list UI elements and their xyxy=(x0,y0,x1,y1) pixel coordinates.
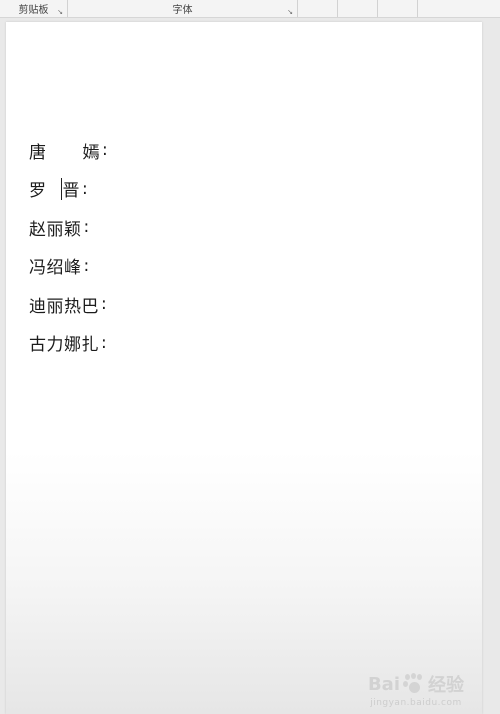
name-line-dilireba[interactable]: 迪丽热巴 : xyxy=(29,285,108,324)
name-colon: : xyxy=(83,255,90,276)
font-group: 字体 ↘ xyxy=(68,0,298,17)
watermark-url: jingyan.baidu.com xyxy=(370,698,462,708)
font-launcher-icon[interactable]: ↘ xyxy=(286,8,294,16)
name-colon: : xyxy=(102,140,109,161)
name-list: 唐 嫣 : 罗 晋 : 赵丽颖 : 冯绍峰 : 迪丽热巴 : 古力娜扎 : xyxy=(29,131,108,362)
watermark-brand: Bai 经验 xyxy=(368,671,464,697)
name-text: 古力娜扎 xyxy=(29,335,99,356)
name-line-gulinazha[interactable]: 古力娜扎 : xyxy=(29,324,108,363)
text-cursor xyxy=(60,177,62,200)
name-line-feng-shaofeng[interactable]: 冯绍峰 : xyxy=(29,247,108,286)
clipboard-group: 剪贴板 ↘ xyxy=(0,0,68,17)
ribbon-group-section xyxy=(378,0,418,17)
font-group-label: 字体 xyxy=(172,5,193,16)
name-colon: : xyxy=(83,217,90,238)
name-char: 晋 xyxy=(62,181,80,202)
name-colon: : xyxy=(101,332,108,353)
watermark-brand-left: Bai xyxy=(367,673,400,695)
ribbon-bar: 剪贴板 ↘ 字体 ↘ xyxy=(0,0,500,18)
name-colon: : xyxy=(101,294,108,315)
ribbon-group-section xyxy=(338,0,378,17)
document-page[interactable]: 唐 嫣 : 罗 晋 : 赵丽颖 : 冯绍峰 : 迪丽热巴 : 古力娜扎 : Ba… xyxy=(6,22,482,714)
baidu-jingyan-watermark: Bai 经验 jingyan.baidu.com xyxy=(368,671,464,708)
ribbon-group-section xyxy=(298,0,338,17)
name-text: 冯绍峰 xyxy=(29,258,82,279)
watermark-brand-right: 经验 xyxy=(428,675,464,696)
name-line-tang-yan[interactable]: 唐 嫣 : xyxy=(29,131,108,170)
name-char: 嫣 xyxy=(82,142,100,163)
name-char: 罗 xyxy=(29,181,47,202)
name-line-zhao-liying[interactable]: 赵丽颖 : xyxy=(29,208,108,247)
name-text: 赵丽颖 xyxy=(29,219,82,240)
name-text: 迪丽热巴 xyxy=(29,296,99,317)
paw-logo-icon xyxy=(402,673,426,695)
clipboard-launcher-icon[interactable]: ↘ xyxy=(56,8,64,16)
name-line-luo-jin[interactable]: 罗 晋 : xyxy=(29,170,108,209)
clipboard-group-label: 剪贴板 xyxy=(18,5,49,16)
ribbon-group-section xyxy=(418,0,500,17)
name-char: 唐 xyxy=(29,142,47,163)
name-colon: : xyxy=(82,178,89,199)
